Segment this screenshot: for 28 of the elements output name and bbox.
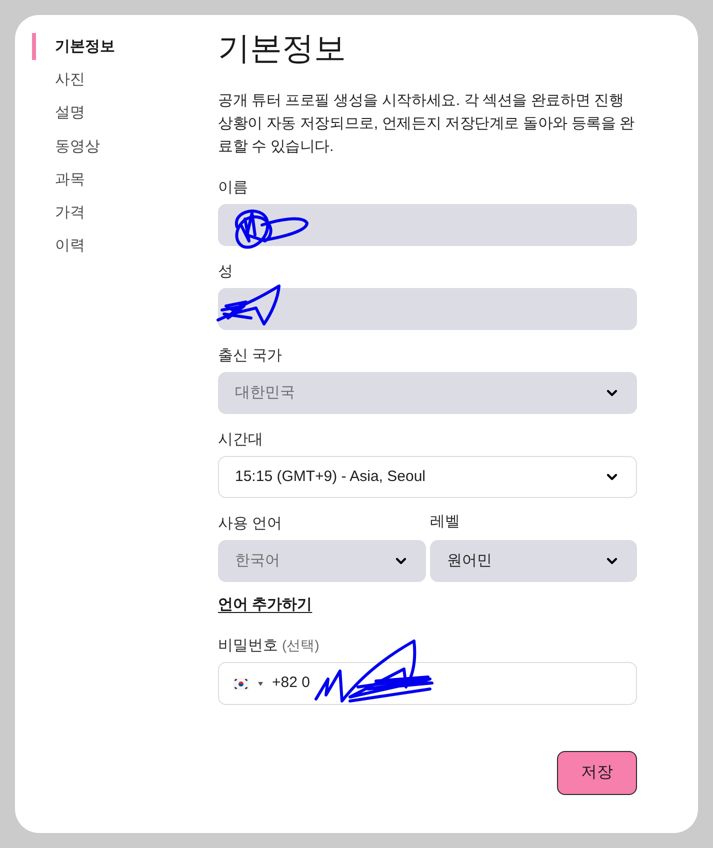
sidebar-item[interactable]: 이력 (55, 236, 85, 256)
active-indicator (32, 33, 36, 60)
text-field[interactable] (218, 204, 637, 246)
field-label: 비밀번호 (218, 636, 278, 656)
select-field[interactable]: 원어민 (430, 540, 637, 582)
select-field[interactable]: 15:15 (GMT+9) - Asia, Seoul (218, 456, 637, 498)
sidebar-item[interactable]: 기본정보 (55, 36, 115, 57)
sidebar-item[interactable]: 동영상 (55, 136, 100, 157)
flag-icon (233, 678, 249, 690)
page-title: 기본정보 (218, 29, 347, 68)
field-label: 레벨 (430, 512, 461, 532)
phone-field[interactable]: +82 0 (218, 662, 637, 705)
description-text: 공개 튜터 프로필 생성을 시작하세요. 각 섹션을 완료하면 진행 상황이 자동 저장되므로, 언제든지 저장단계로 돌아와 등록을 완료할 수 있습니다. (218, 91, 636, 157)
field-label: 출신 국가 (218, 346, 284, 366)
text-field[interactable] (218, 288, 637, 330)
phone-value: +82 0 (272, 673, 310, 694)
field-label: 이름 (218, 178, 249, 198)
field-label: 사용 언어 (218, 514, 284, 534)
save-button[interactable]: 저장 (557, 751, 637, 795)
caret-down-icon (258, 682, 263, 686)
sidebar-item[interactable]: 설명 (55, 103, 85, 124)
sidebar-item[interactable]: 가격 (55, 203, 85, 224)
optional-hint: (선택) (282, 636, 320, 655)
field-label: 시간대 (218, 430, 264, 450)
sidebar-item[interactable]: 사진 (55, 70, 85, 90)
sidebar-item[interactable]: 과목 (55, 170, 85, 190)
field-label: 성 (218, 262, 234, 282)
add-language-link[interactable]: 언어 추가하기 (218, 595, 312, 615)
